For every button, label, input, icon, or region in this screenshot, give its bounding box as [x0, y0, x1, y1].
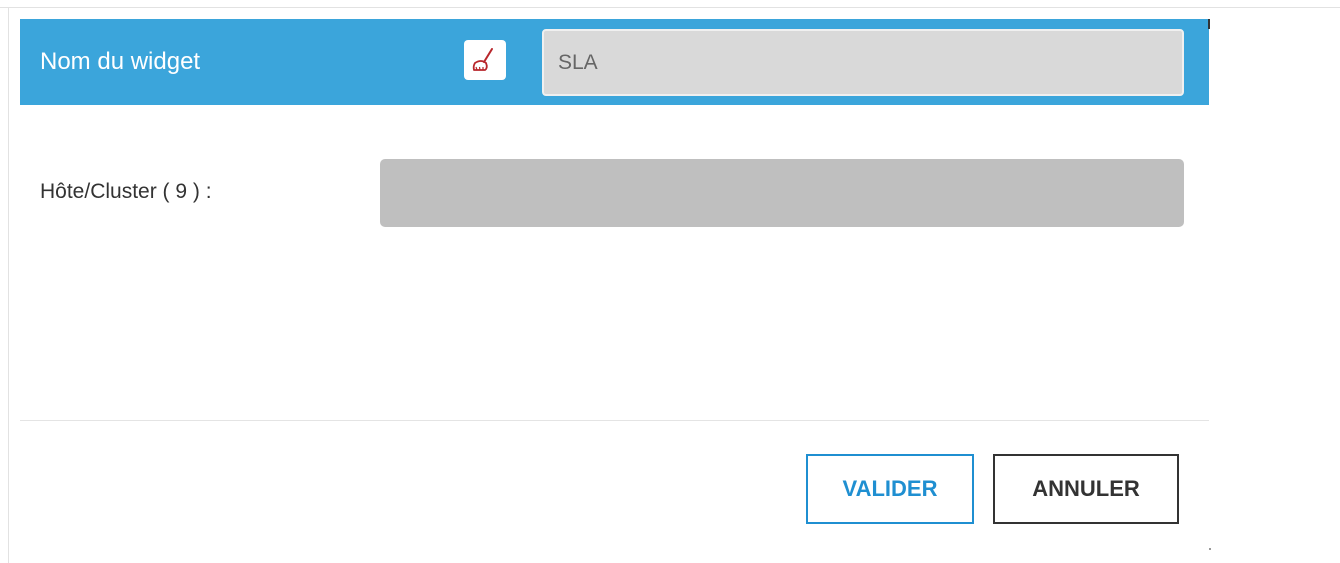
cancel-button[interactable]: ANNULER — [993, 454, 1179, 524]
top-border — [0, 0, 1340, 8]
header-title: Nom du widget — [40, 48, 201, 75]
footer-divider — [20, 420, 1209, 421]
host-cluster-label: Hôte/Cluster ( 9 ) : — [40, 180, 212, 203]
resize-dot — [1209, 548, 1211, 550]
left-border — [8, 8, 9, 563]
broom-icon — [472, 48, 493, 71]
widget-config-dialog: Nom du widget Hôte/Cluster ( 9 ) : VALID… — [20, 19, 1209, 563]
dialog-header: Nom du widget — [20, 19, 1209, 105]
widget-name-input[interactable] — [542, 29, 1184, 96]
dialog-edge — [1208, 19, 1210, 29]
host-cluster-select[interactable] — [380, 159, 1184, 227]
validate-button[interactable]: VALIDER — [806, 454, 974, 524]
page: Nom du widget Hôte/Cluster ( 9 ) : VALID… — [0, 0, 1340, 563]
clear-name-button[interactable] — [464, 40, 506, 80]
